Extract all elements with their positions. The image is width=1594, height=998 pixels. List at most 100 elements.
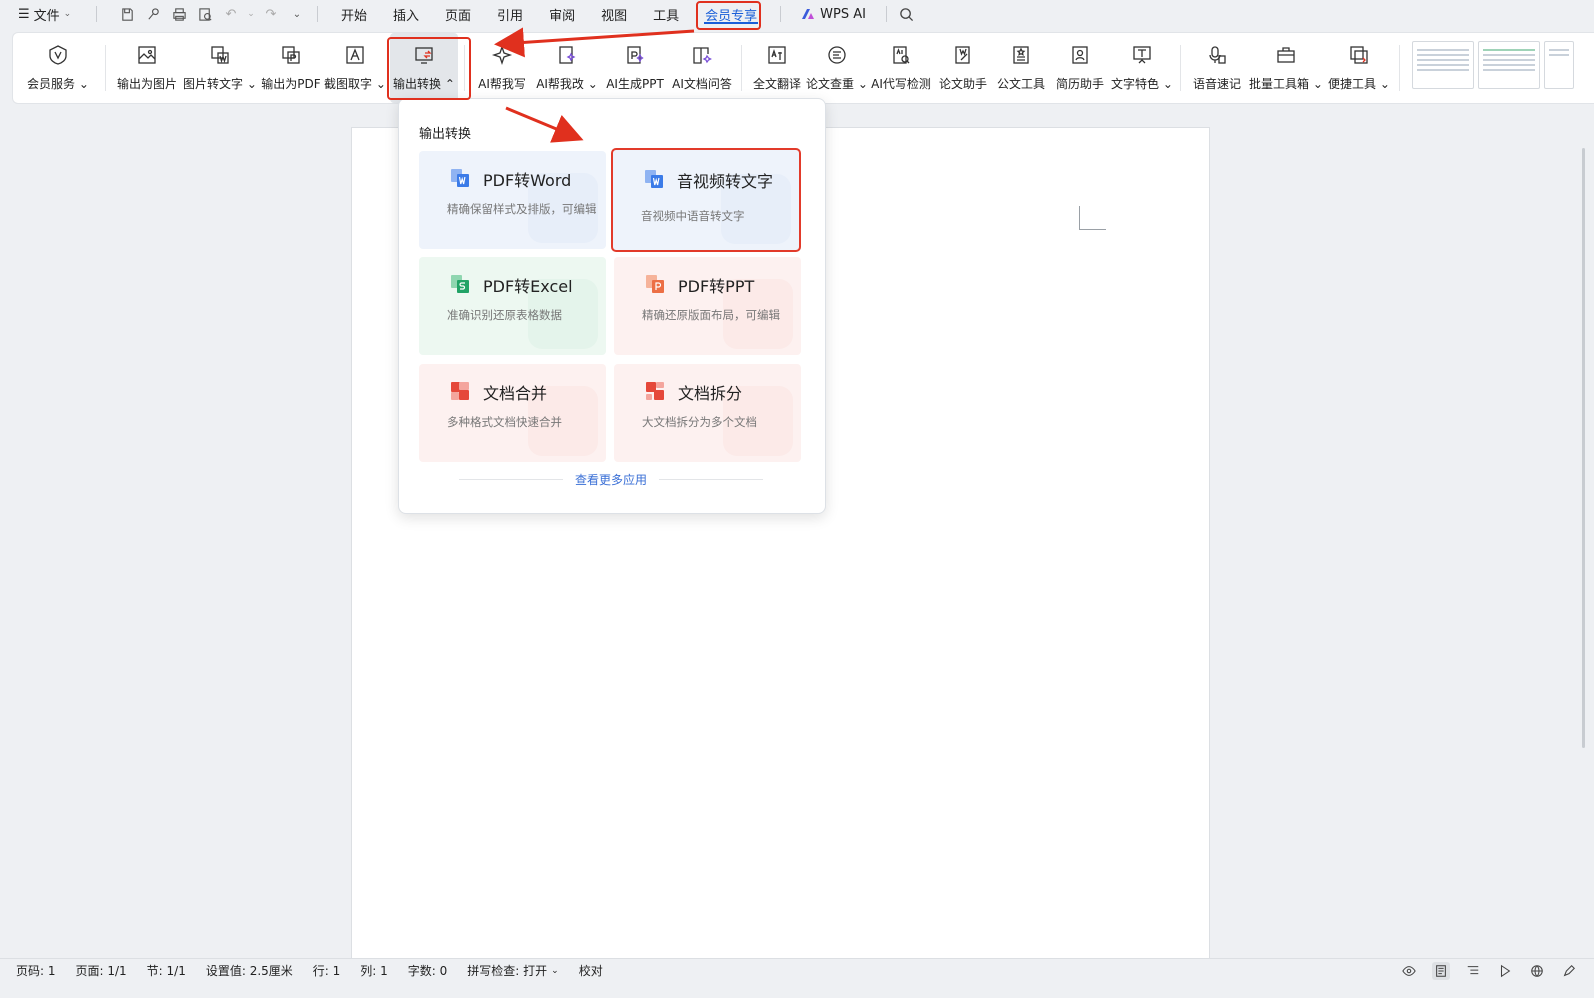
status-page-code[interactable]: 页码: 1 xyxy=(0,962,66,979)
ai-edit-button[interactable]: AI帮我改 ⌄ xyxy=(533,33,601,103)
tab-references[interactable]: 引用 xyxy=(484,0,536,28)
audio-video-to-text-icon xyxy=(645,170,663,188)
tab-page[interactable]: 页面 xyxy=(432,0,484,28)
eye-icon[interactable] xyxy=(1400,962,1418,980)
save-icon[interactable] xyxy=(117,4,137,24)
status-section[interactable]: 节: 1/1 xyxy=(137,962,196,979)
status-row[interactable]: 行: 1 xyxy=(303,962,351,979)
redo-icon[interactable]: ↷ xyxy=(261,4,281,24)
pen-icon[interactable] xyxy=(1560,962,1578,980)
export-image-button[interactable]: 输出为图片 xyxy=(112,33,182,103)
tab-view[interactable]: 视图 xyxy=(588,0,640,28)
annotation-box-output-convert xyxy=(387,37,471,100)
ai-ppt-icon xyxy=(623,43,647,67)
text-feature-button[interactable]: 文字特色 ⌄ xyxy=(1110,33,1174,103)
menu-icon: ☰ xyxy=(18,6,30,22)
paper-assistant-button[interactable]: 论文助手 xyxy=(934,33,992,103)
resume-icon xyxy=(1068,43,1092,67)
screenshot-text-button[interactable]: 截图取字 ⌄ xyxy=(324,33,386,103)
card-title: PDF转Word xyxy=(483,171,572,190)
chevron-down-icon[interactable]: ⌄ xyxy=(287,4,307,24)
batch-toolbox-button[interactable]: 批量工具箱 ⌄ xyxy=(1247,33,1325,103)
card-description: 准确识别还原表格数据 xyxy=(447,308,562,322)
translate-label: 全文翻译 xyxy=(752,77,801,91)
ai-write-label: AI帮我写 xyxy=(478,77,526,91)
file-menu[interactable]: ☰ 文件 ⌄ xyxy=(0,5,86,24)
paper-check-icon xyxy=(825,43,849,67)
divider xyxy=(659,479,764,480)
chevron-down-icon[interactable]: ⌄ xyxy=(247,4,255,24)
template-thumbnail[interactable] xyxy=(1412,41,1474,89)
card-description: 精确还原版面布局，可编辑 xyxy=(642,308,780,322)
vertical-scrollbar[interactable] xyxy=(1576,108,1594,958)
paper-check-button[interactable]: 论文查重 ⌄ xyxy=(806,33,868,103)
tab-insert[interactable]: 插入 xyxy=(380,0,432,28)
divider xyxy=(96,6,97,22)
resume-button[interactable]: 简历助手 xyxy=(1050,33,1110,103)
doc-merge-card[interactable]: 文档合并 多种格式文档快速合并 xyxy=(419,364,606,462)
scrollbar-thumb[interactable] xyxy=(1582,148,1585,748)
more-apps-link[interactable]: 查看更多应用 xyxy=(563,471,659,488)
tab-home[interactable]: 开始 xyxy=(328,0,380,28)
print-preview-icon[interactable] xyxy=(195,4,215,24)
export-pdf-icon xyxy=(279,43,303,67)
status-setting[interactable]: 设置值: 2.5厘米 xyxy=(196,962,303,979)
ai-write-button[interactable]: AI帮我写 xyxy=(471,33,533,103)
divider xyxy=(885,6,887,22)
status-proofread[interactable]: 校对 xyxy=(569,962,613,979)
status-word-count[interactable]: 字数: 0 xyxy=(398,962,458,979)
status-bar: 页码: 1 页面: 1/1 节: 1/1 设置值: 2.5厘米 行: 1 列: … xyxy=(0,958,1594,982)
page-view-icon[interactable] xyxy=(1432,961,1450,980)
annotation-box-member-tab xyxy=(696,1,761,30)
tab-tools[interactable]: 工具 xyxy=(640,0,692,28)
margin-corner-marker xyxy=(1079,206,1106,230)
pin-icon[interactable] xyxy=(143,4,163,24)
outline-view-icon[interactable] xyxy=(1464,962,1482,980)
export-pdf-button[interactable]: 输出为PDF xyxy=(258,33,324,103)
template-thumbnail[interactable] xyxy=(1478,41,1540,89)
voice-note-icon xyxy=(1205,43,1229,67)
vip-service-button[interactable]: 会员服务 ⌄ xyxy=(17,33,99,103)
doc-split-card[interactable]: 文档拆分 大文档拆分为多个文档 xyxy=(614,364,801,462)
export-pdf-label: 输出为PDF xyxy=(261,77,321,91)
ai-detect-button[interactable]: AI代写检测 xyxy=(868,33,934,103)
pdf-to-word-card[interactable]: PDF转Word 精确保留样式及排版，可编辑 xyxy=(419,151,606,249)
undo-icon[interactable]: ↶ xyxy=(221,4,241,24)
ai-detect-icon xyxy=(889,43,913,67)
search-icon[interactable] xyxy=(897,4,917,24)
batch-toolbox-label: 批量工具箱 ⌄ xyxy=(1249,77,1323,91)
image-to-text-button[interactable]: 图片转文字 ⌄ xyxy=(182,33,258,103)
card-title: 文档合并 xyxy=(483,384,548,403)
official-doc-button[interactable]: 公文工具 xyxy=(992,33,1050,103)
voice-note-button[interactable]: 语音速记 xyxy=(1187,33,1247,103)
tab-review[interactable]: 审阅 xyxy=(536,0,588,28)
card-description: 音视频中语音转文字 xyxy=(641,209,745,223)
wps-ai-button[interactable]: WPS AI xyxy=(791,7,876,22)
web-view-icon[interactable] xyxy=(1528,962,1546,980)
wps-ai-label: WPS AI xyxy=(820,6,866,22)
translate-button[interactable]: 全文翻译 xyxy=(748,33,806,103)
audio-video-to-text-card[interactable]: 音视频转文字 音视频中语音转文字 xyxy=(611,148,801,252)
status-page[interactable]: 页面: 1/1 xyxy=(66,962,137,979)
doc-merge-icon xyxy=(451,382,469,400)
template-thumbnail[interactable] xyxy=(1544,41,1574,89)
ai-ppt-button[interactable]: AI生成PPT xyxy=(601,33,669,103)
resume-label: 简历助手 xyxy=(1055,77,1104,91)
play-icon[interactable] xyxy=(1496,962,1514,980)
pdf-to-ppt-card[interactable]: PDF转PPT 精确还原版面布局，可编辑 xyxy=(614,257,801,355)
handy-tools-button[interactable]: 便捷工具 ⌄ xyxy=(1325,33,1393,103)
ai-detect-label: AI代写检测 xyxy=(871,77,931,91)
divider xyxy=(1399,45,1400,91)
pdf-to-excel-card[interactable]: PDF转Excel 准确识别还原表格数据 xyxy=(419,257,606,355)
status-spell-check[interactable]: 拼写检查: 打开 ⌄ xyxy=(457,962,568,979)
pdf-to-word-icon xyxy=(451,169,469,187)
print-icon[interactable] xyxy=(169,4,189,24)
image-to-text-label: 图片转文字 ⌄ xyxy=(183,77,257,91)
text-feature-icon xyxy=(1130,43,1154,67)
card-title: PDF转Excel xyxy=(483,277,573,296)
wps-ai-logo-icon xyxy=(802,9,815,19)
divider xyxy=(1180,45,1181,91)
ai-qa-button[interactable]: AI文档问答 xyxy=(669,33,735,103)
paper-check-label: 论文查重 ⌄ xyxy=(806,77,868,91)
status-col[interactable]: 列: 1 xyxy=(350,962,398,979)
